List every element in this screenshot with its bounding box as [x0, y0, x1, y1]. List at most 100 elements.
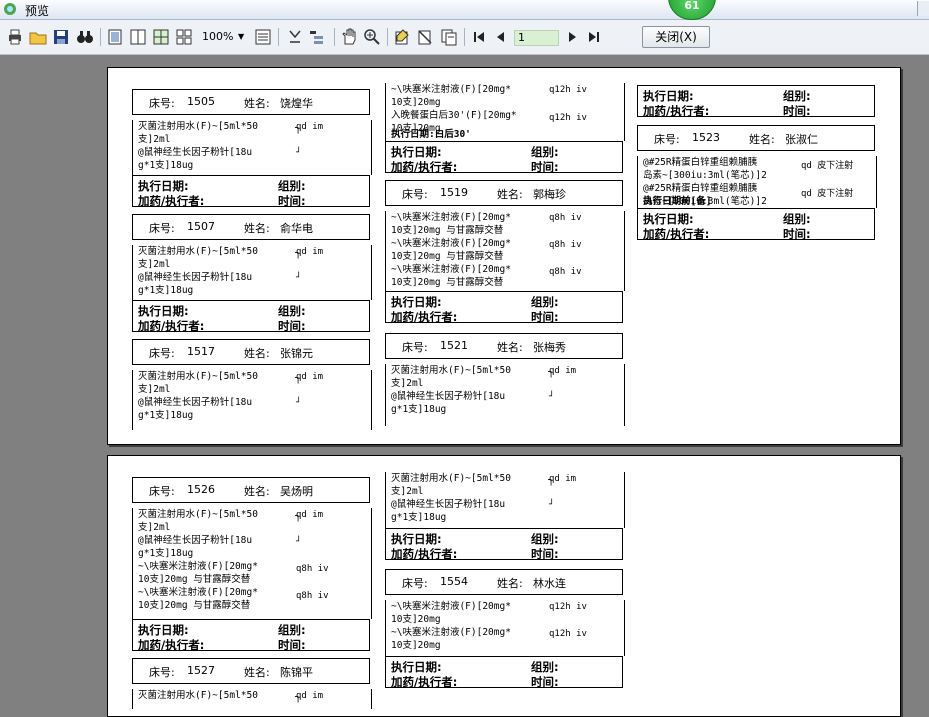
toolbar-separator	[334, 28, 335, 46]
next-page-icon[interactable]	[563, 28, 581, 46]
order-line: 灭菌注射用水(F)~[5ml*50	[138, 246, 258, 257]
order-line: 灭菌注射用水(F)~[5ml*50	[138, 121, 258, 132]
bracket-mark: ┐	[295, 511, 302, 522]
time-label: 时间:	[531, 547, 559, 561]
patient-header: 床号: 1521 姓名: 张梅秀	[385, 333, 623, 359]
name-label: 姓名:	[497, 188, 523, 201]
dispenser-label: 加药/执行者:	[138, 319, 205, 333]
name-label: 姓名:	[749, 133, 775, 146]
save-icon[interactable]	[52, 28, 70, 46]
order-line: ~\呋塞米注射液(F)[20mg*	[391, 601, 511, 612]
maximize-button[interactable]	[917, 1, 929, 16]
bed-number: 1519	[440, 186, 468, 199]
page-setup-icon[interactable]	[254, 28, 272, 46]
hand-tool-icon[interactable]	[340, 28, 358, 46]
exec-date-label: 执行日期:	[138, 179, 189, 193]
order-line: ~\呋塞米注射液(F)[20mg*	[138, 561, 258, 572]
export-icon[interactable]	[286, 28, 304, 46]
order-lines: 灭菌注射用水(F)~[5ml*50 支]2ml @鼠神经生长因子粉针[18u g*1支…	[385, 472, 625, 528]
overlapped-text: 执行日期前[备]	[643, 196, 712, 207]
two-pages-icon[interactable]	[129, 28, 147, 46]
bed-number: 1521	[440, 339, 468, 352]
time-label: 时间:	[531, 675, 559, 689]
toolbar-separator	[387, 28, 388, 46]
group-label: 组别:	[531, 532, 559, 546]
exec-footer: 执行日期: 组别: 加药/执行者: 时间:	[132, 300, 370, 333]
outline-icon[interactable]	[308, 28, 326, 46]
order-lines: 灭菌注射用水(F)~[5ml*50 支]2ml @鼠神经生长因子粉针[18u g*1支…	[132, 245, 372, 300]
exec-date-label: 执行日期:	[391, 660, 442, 674]
order-frequency: ┘	[549, 500, 555, 510]
dispenser-label: 加药/执行者:	[138, 194, 205, 208]
order-line: 10支]20mg 与甘露醇交替	[391, 277, 504, 288]
exec-footer: 执行日期: 组别: 加药/执行者: 时间:	[132, 619, 370, 652]
patient-header: 床号: 1526 姓名: 吴炀明	[132, 477, 370, 503]
exec-footer: 执行日期: 组别: 加药/执行者: 时间:	[385, 291, 623, 324]
print-icon[interactable]	[6, 28, 24, 46]
zoom-in-icon[interactable]	[363, 28, 381, 46]
order-line: 灭菌注射用水(F)~[5ml*50	[138, 371, 258, 382]
time-label: 时间:	[278, 194, 306, 208]
delete-page-icon[interactable]	[416, 28, 434, 46]
patient-name: 张梅秀	[533, 341, 566, 354]
time-label: 时间:	[531, 160, 559, 174]
order-line: @鼠神经生长因子粉针[18u	[391, 499, 506, 510]
bed-number: 1505	[187, 95, 215, 108]
close-button[interactable]: 关闭(X)	[642, 26, 710, 48]
exec-footer: 执行日期: 组别: 加药/执行者: 时间:	[132, 175, 370, 208]
name-label: 姓名:	[244, 347, 270, 360]
zoom-select[interactable]: 100% ▼	[200, 29, 248, 45]
group-label: 组别:	[783, 212, 811, 226]
bracket-mark: ┐	[295, 373, 302, 384]
patient-header: 床号: 1507 姓名: 俞华电	[132, 214, 370, 240]
order-line: g*1支]18ug	[138, 160, 194, 171]
patient-name: 张锦元	[280, 347, 313, 360]
exec-footer: 执行日期: 组别: 加药/执行者: 时间:	[637, 208, 875, 241]
order-line: ~\呋塞米注射液(F)[20mg*	[138, 587, 258, 598]
patient-name: 林水连	[533, 577, 566, 590]
dispenser-label: 加药/执行者:	[391, 547, 458, 561]
patient-name: 郭梅珍	[533, 188, 566, 201]
find-binoculars-icon[interactable]	[76, 28, 94, 46]
order-line: ~\呋塞米注射液(F)[20mg*	[391, 627, 511, 638]
page-grid-icon[interactable]	[175, 28, 193, 46]
patient-name: 陈锦平	[280, 666, 313, 679]
page-number-input[interactable]: 1	[514, 30, 559, 46]
prev-page-icon[interactable]	[492, 28, 510, 46]
bed-label: 床号:	[149, 97, 175, 110]
last-page-icon[interactable]	[585, 28, 603, 46]
bed-label: 床号:	[149, 485, 175, 498]
zoom-value: 100%	[202, 30, 234, 43]
multi-page-icon[interactable]	[152, 28, 170, 46]
open-folder-icon[interactable]	[29, 28, 47, 46]
order-line: g*1支]18ug	[391, 512, 447, 523]
exec-date-label: 执行日期:	[138, 304, 189, 318]
copy-page-icon[interactable]	[440, 28, 458, 46]
order-lines: 灭菌注射用水(F)~[5ml*50 支]2ml @鼠神经生长因子粉针[18u g*1支…	[132, 508, 372, 619]
first-page-icon[interactable]	[470, 28, 488, 46]
bed-label: 床号:	[149, 222, 175, 235]
order-line: 支]2ml	[391, 486, 424, 497]
bed-number: 1527	[187, 664, 215, 677]
group-label: 组别:	[783, 89, 811, 103]
order-line: 灭菌注射用水(F)~[5ml*50	[138, 690, 258, 701]
order-line: g*1支]18ug	[391, 404, 447, 415]
order-line: ~\呋塞米注射液(F)[20mg*	[391, 84, 511, 95]
order-line: 灭菌注射用水(F)~[5ml*50	[391, 473, 511, 484]
bed-number: 1526	[187, 483, 215, 496]
exec-date-label: 执行日期:	[391, 295, 442, 309]
order-lines: 灭菌注射用水(F)~[5ml*50 支]2ml @鼠神经生长因子粉针[18u g*1支…	[385, 364, 625, 426]
order-line: @#25R精蛋白锌重组赖脯胰	[643, 157, 758, 168]
patient-name: 俞华电	[280, 222, 313, 235]
order-line: 支]2ml	[138, 384, 171, 395]
overlapped-text: 执行日期:白后30'	[391, 129, 471, 140]
exec-footer: 执行日期: 组别: 加药/执行者: 时间:	[385, 528, 623, 561]
bed-label: 床号:	[402, 188, 428, 201]
exec-date-label: 执行日期:	[643, 212, 694, 226]
preview-page-1: 床号: 1505 姓名: 饶煌华 灭菌注射用水(F)~[5ml*50 支]2ml @鼠神经生…	[107, 67, 901, 445]
order-lines: 灭菌注射用水(F)~[5ml*50 qd im ┐	[132, 689, 372, 709]
single-page-icon[interactable]	[106, 28, 124, 46]
order-line: ~\呋塞米注射液(F)[20mg*	[391, 212, 511, 223]
order-lines: ~\呋塞米注射液(F)[20mg* 10支]20mg 入晚餐蛋白后30'(F)[20…	[385, 83, 625, 141]
edit-page-icon[interactable]	[393, 28, 411, 46]
